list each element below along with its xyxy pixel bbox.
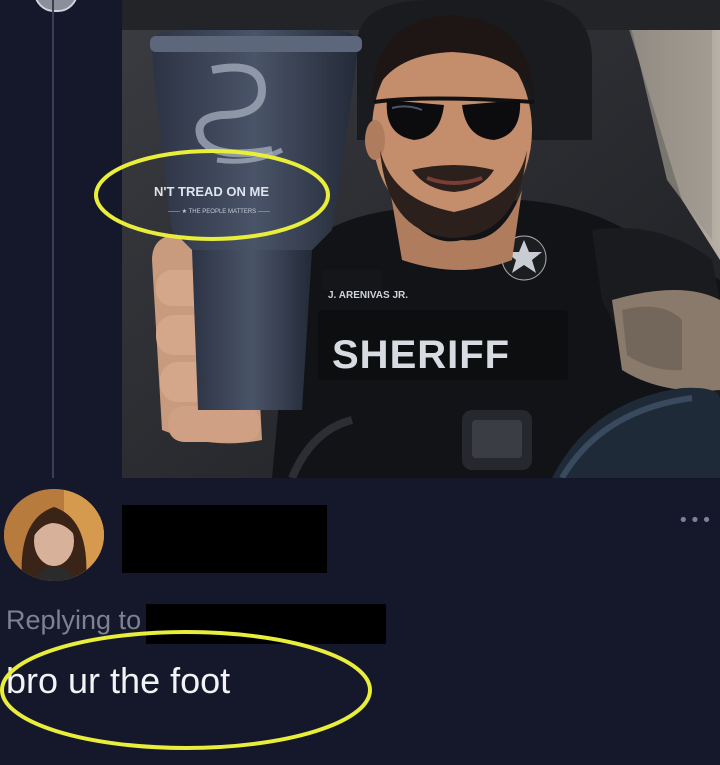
cup-engraving-line1: N'T TREAD ON ME [154, 184, 269, 199]
reply-text: bro ur the foot [6, 660, 231, 701]
name-tag: J. ARENIVAS JR. [328, 290, 408, 301]
reply-user-avatar[interactable] [4, 489, 104, 581]
more-options-icon[interactable]: ••• [678, 510, 718, 531]
replying-to-label: Replying to [6, 605, 142, 635]
sheriff-patch: SHERIFF [332, 333, 510, 377]
tweet-thread-screenshot: J. ARENIVAS JR. SHERIFF N'T TREAD ON ME … [0, 0, 720, 765]
photo-illustration: J. ARENIVAS JR. SHERIFF N'T TREAD ON ME … [122, 0, 720, 478]
cup-engraving-line2: —— ★ THE PEOPLE MATTERS —— [168, 208, 270, 215]
thread-connector-line [52, 0, 54, 478]
redacted-handle[interactable] [146, 604, 386, 644]
redacted-display-name [122, 505, 327, 573]
tweet-photo[interactable]: J. ARENIVAS JR. SHERIFF N'T TREAD ON ME … [122, 0, 720, 478]
previous-avatar[interactable] [34, 0, 78, 12]
avatar-portrait [4, 489, 104, 581]
